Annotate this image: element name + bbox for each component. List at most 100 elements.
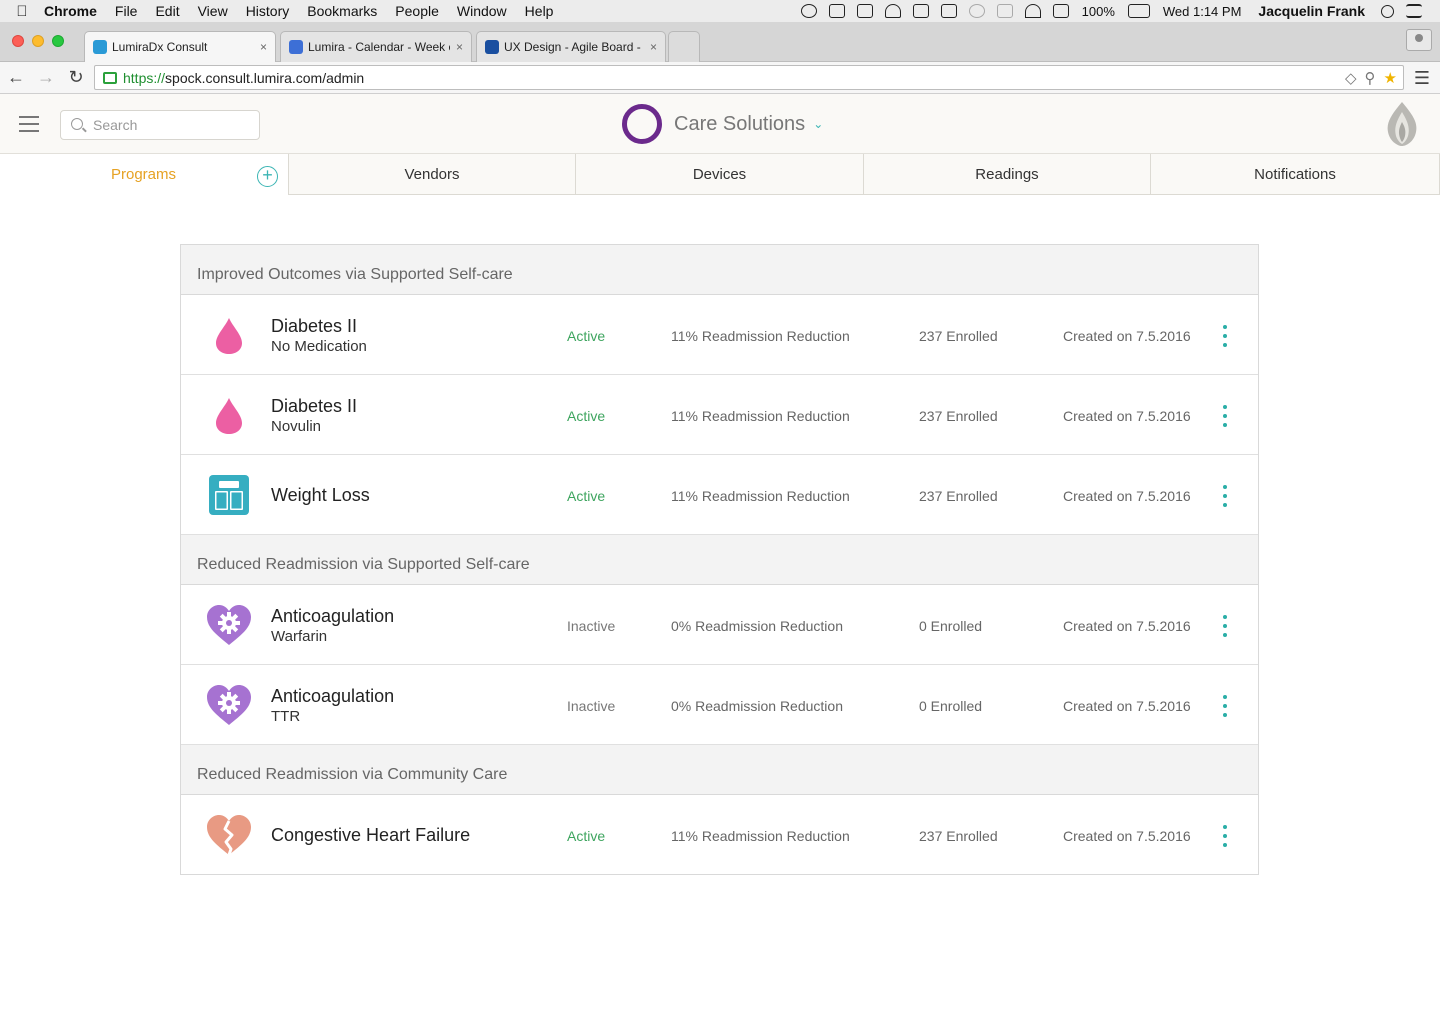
program-row[interactable]: Anticoagulation Warfarin Inactive 0% Rea…: [181, 585, 1258, 665]
menu-people[interactable]: People: [386, 3, 448, 19]
browser-tab-title: Lumira - Calendar - Week c: [308, 40, 450, 54]
program-created-date: Created on 7.5.2016: [1063, 698, 1191, 714]
program-name-block: Diabetes II Novulin: [271, 375, 357, 455]
forward-arrow-icon[interactable]: →: [32, 67, 60, 88]
battery-icon[interactable]: [1127, 4, 1150, 18]
program-row[interactable]: Diabetes II Novulin Active 11% Readmissi…: [181, 375, 1258, 455]
home-icon[interactable]: [828, 4, 845, 18]
menu-edit[interactable]: Edit: [146, 3, 188, 19]
window-zoom-button[interactable]: [52, 35, 64, 47]
menu-file[interactable]: File: [106, 3, 147, 19]
secure-lock-icon[interactable]: [103, 71, 117, 84]
chrome-menu-icon[interactable]: ☰: [1414, 68, 1430, 89]
search-input[interactable]: [93, 116, 253, 134]
heart-gear-icon: [207, 605, 251, 645]
program-readmission-reduction: 11% Readmission Reduction: [671, 828, 850, 844]
bluetooth-icon[interactable]: [996, 4, 1013, 18]
program-enrolled-count: 237 Enrolled: [919, 828, 998, 844]
browser-tab-title: UX Design - Agile Board - L: [504, 40, 644, 54]
new-tab-button[interactable]: [668, 31, 700, 62]
add-program-button[interactable]: +: [257, 166, 278, 187]
program-readmission-reduction: 0% Readmission Reduction: [671, 618, 843, 634]
browser-tab-lumiradx[interactable]: LumiraDx Consult ×: [84, 31, 276, 62]
clock[interactable]: Wed 1:14 PM: [1163, 4, 1242, 19]
group-header: Reduced Readmission via Supported Self-c…: [181, 535, 1258, 585]
notification-center-icon[interactable]: [1406, 4, 1422, 18]
volume-icon[interactable]: [1052, 4, 1069, 18]
program-readmission-reduction: 11% Readmission Reduction: [671, 408, 850, 424]
group-header: Reduced Readmission via Community Care: [181, 745, 1258, 795]
hamburger-menu-icon[interactable]: [19, 116, 39, 132]
program-status: Active: [567, 828, 606, 844]
program-row[interactable]: Diabetes II No Medication Active 11% Rea…: [181, 295, 1258, 375]
window-minimize-button[interactable]: [32, 35, 44, 47]
menu-bar-user[interactable]: Jacquelin Frank: [1258, 3, 1365, 19]
back-arrow-icon[interactable]: ←: [2, 67, 30, 88]
menu-history[interactable]: History: [237, 3, 299, 19]
program-enrolled-count: 237 Enrolled: [919, 328, 998, 344]
program-row[interactable]: Congestive Heart Failure Active 11% Read…: [181, 795, 1258, 875]
search-icon: [71, 118, 83, 130]
program-subtitle: Novulin: [271, 417, 322, 435]
more-options-icon[interactable]: [1217, 615, 1233, 637]
brand-name: Care Solutions: [674, 112, 806, 135]
apple-menu-icon[interactable]: : [0, 3, 44, 20]
tab-notifications[interactable]: Notifications: [1150, 154, 1440, 195]
program-status: Inactive: [567, 618, 616, 634]
reload-icon[interactable]: ↻: [62, 67, 90, 88]
more-options-icon[interactable]: [1217, 695, 1233, 717]
browser-tab-agile-board[interactable]: UX Design - Agile Board - L ×: [476, 31, 666, 62]
zoom-icon[interactable]: ⚲: [1365, 69, 1376, 87]
address-bar[interactable]: https:// spock.consult.lumira.com/admin …: [94, 65, 1404, 90]
creative-cloud-icon[interactable]: [800, 4, 817, 18]
google-drive-icon[interactable]: [912, 4, 929, 18]
brand-selector[interactable]: Care Solutions ⌄: [622, 104, 823, 144]
chrome-profile-icon[interactable]: [1406, 29, 1432, 51]
program-created-date: Created on 7.5.2016: [1063, 828, 1191, 844]
tab-programs[interactable]: Programs: [0, 154, 289, 195]
more-options-icon[interactable]: [1217, 485, 1233, 507]
program-created-date: Created on 7.5.2016: [1063, 618, 1191, 634]
menu-bar-tray: 100% Wed 1:14 PM Jacquelin Frank: [795, 3, 1440, 19]
more-options-icon[interactable]: [1217, 825, 1233, 847]
tab-devices[interactable]: Devices: [575, 154, 864, 195]
wifi-icon[interactable]: [1024, 4, 1041, 18]
menu-bookmarks[interactable]: Bookmarks: [298, 3, 386, 19]
program-name[interactable]: Anticoagulation: [271, 606, 394, 627]
program-row[interactable]: Anticoagulation TTR Inactive 0% Readmiss…: [181, 665, 1258, 745]
browser-tab-title: LumiraDx Consult: [112, 40, 208, 54]
program-name[interactable]: Weight Loss: [271, 485, 370, 506]
bookmark-star-icon[interactable]: ★: [1384, 69, 1397, 87]
more-options-icon[interactable]: [1217, 325, 1233, 347]
program-name[interactable]: Anticoagulation: [271, 686, 394, 707]
chevron-down-icon[interactable]: ⌄: [813, 117, 823, 131]
tab-close-icon[interactable]: ×: [456, 40, 463, 54]
program-name[interactable]: Diabetes II: [271, 396, 357, 417]
extension-diamond-icon[interactable]: ◇: [1345, 69, 1357, 87]
program-row[interactable]: Weight Loss Active 11% Readmission Reduc…: [181, 455, 1258, 535]
menu-help[interactable]: Help: [516, 3, 563, 19]
program-name[interactable]: Diabetes II: [271, 316, 367, 337]
program-status: Inactive: [567, 698, 616, 714]
program-name[interactable]: Congestive Heart Failure: [271, 825, 470, 846]
menu-view[interactable]: View: [189, 3, 237, 19]
drop-icon: [216, 398, 242, 434]
html5-icon[interactable]: [856, 4, 873, 18]
airplay-icon[interactable]: [940, 4, 957, 18]
window-close-button[interactable]: [12, 35, 24, 47]
more-options-icon[interactable]: [1217, 405, 1233, 427]
time-machine-icon[interactable]: [968, 4, 985, 18]
tab-vendors[interactable]: Vendors: [288, 154, 576, 195]
browser-tab-calendar[interactable]: Lumira - Calendar - Week c ×: [280, 31, 472, 62]
menu-app-chrome[interactable]: Chrome: [44, 3, 106, 19]
omnibox-actions: ◇ ⚲ ★: [1337, 69, 1403, 87]
headphones-icon[interactable]: [884, 4, 901, 18]
tab-close-icon[interactable]: ×: [650, 40, 657, 54]
program-created-date: Created on 7.5.2016: [1063, 328, 1191, 344]
spotlight-search-icon[interactable]: [1381, 4, 1394, 18]
program-enrolled-count: 237 Enrolled: [919, 488, 998, 504]
menu-window[interactable]: Window: [448, 3, 516, 19]
lumira-ring-logo-icon: [622, 104, 662, 144]
tab-readings[interactable]: Readings: [863, 154, 1151, 195]
tab-close-icon[interactable]: ×: [260, 40, 267, 54]
